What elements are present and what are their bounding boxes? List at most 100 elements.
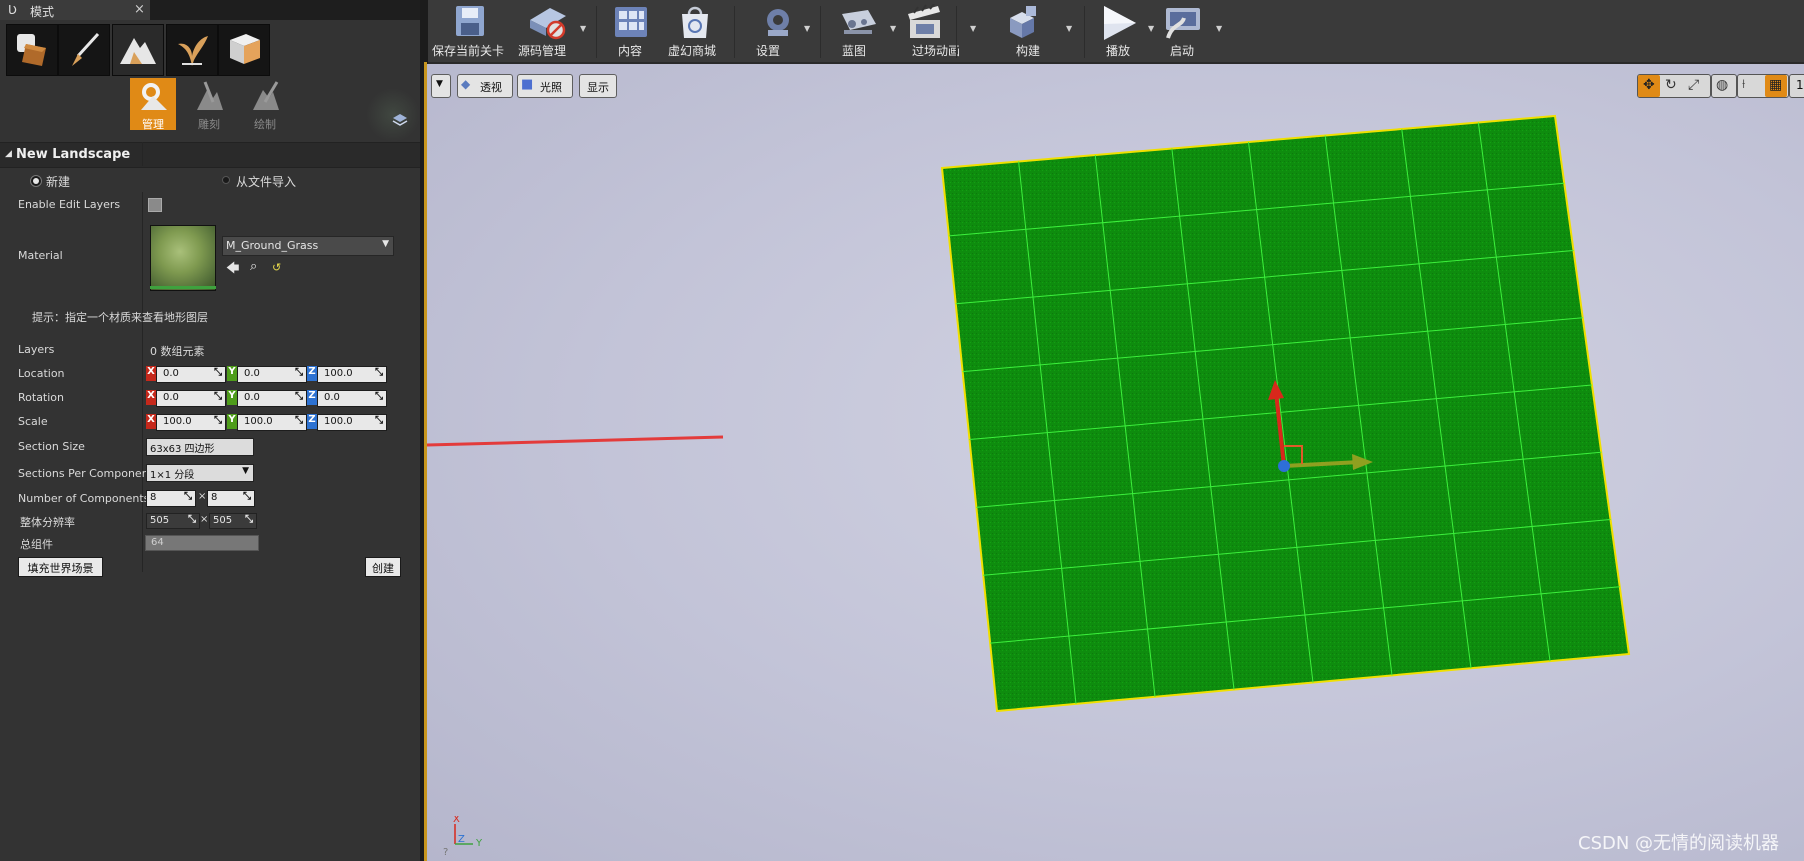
rotation-z-field[interactable]: 0.0 ⤡	[317, 390, 387, 407]
landscape-mode-icon	[120, 38, 156, 64]
material-combo[interactable]: M_Ground_Grass ▼	[222, 236, 394, 256]
reset-to-default-icon[interactable]: ↺	[272, 261, 281, 274]
level-viewport[interactable]: ▼ ◆ 透视 ■ 光照 显示 ✥ ↻ ⤢ ◍ ⟊ ▦ 1 X Y Z ?	[427, 64, 1804, 861]
section-size-dropdown[interactable]: 63x63 四边形	[146, 438, 254, 456]
toolbar-label: 构建	[1016, 44, 1041, 58]
spin-icon[interactable]: ⤡	[188, 514, 196, 525]
manage-tool[interactable]: 管理	[130, 78, 176, 131]
browse-asset-icon[interactable]: ⌕	[250, 259, 257, 274]
new-radio[interactable]	[30, 175, 42, 187]
spin-icon[interactable]: ⤡	[214, 415, 222, 426]
launch-button[interactable]: ▼ 启动	[1146, 0, 1236, 62]
enable-edit-layers-checkbox[interactable]	[148, 198, 162, 212]
landscape-mesh[interactable]	[940, 114, 1631, 713]
section-title: New Landscape	[16, 147, 131, 162]
content-button[interactable]: 内容	[600, 0, 660, 62]
sections-per-component-dropdown[interactable]: 1×1 分段 ▼	[146, 464, 254, 482]
new-radio-label: 新建	[46, 175, 71, 189]
location-z-field[interactable]: 100.0 ⤡	[317, 366, 387, 383]
location-x-field[interactable]: 0.0 ⤡	[156, 366, 226, 383]
location-label: Location	[18, 367, 65, 380]
spin-icon[interactable]: ⤡	[295, 391, 303, 402]
location-y-value: 0.0	[244, 368, 260, 379]
components-x-field[interactable]: 8 ⤡	[146, 490, 196, 507]
axis-z-label: Z	[458, 834, 465, 845]
modes-tab-title: 模式	[30, 5, 55, 19]
chevron-down-icon[interactable]: ▼	[580, 24, 586, 33]
chevron-down-icon[interactable]: ▼	[1216, 24, 1222, 33]
scale-x-field[interactable]: 100.0 ⤡	[156, 414, 226, 431]
build-button[interactable]: ▼ 构建	[960, 0, 1072, 62]
settings-button[interactable]: ▼ 设置	[738, 0, 818, 62]
spin-icon[interactable]: ⤡	[245, 514, 253, 525]
components-y-field[interactable]: 8 ⤡	[207, 490, 255, 507]
settings-icon	[767, 9, 789, 36]
location-y-field[interactable]: 0.0 ⤡	[237, 366, 307, 383]
layers-label: Layers	[18, 343, 55, 356]
gizmo-center[interactable]	[1278, 460, 1290, 472]
spin-icon[interactable]: ⤡	[295, 415, 303, 426]
scale-y-field[interactable]: 100.0 ⤡	[237, 414, 307, 431]
world-axes-indicator: X Y Z	[453, 816, 483, 849]
modes-tab[interactable]: Ʋ 模式 ×	[0, 0, 150, 20]
toolbar-separator	[1084, 6, 1085, 58]
save-current-level-button[interactable]: 保存当前关卡	[428, 0, 510, 62]
foliage-mode-button[interactable]	[166, 24, 218, 76]
material-thumbnail[interactable]	[150, 225, 216, 291]
toolbar-separator	[596, 6, 597, 58]
landscape-layer-icon[interactable]	[392, 112, 408, 128]
toolbar-label: 播放	[1106, 44, 1131, 58]
material-hint: 提示：指定一个材质来查看地形图层	[32, 311, 208, 324]
content-icon	[615, 7, 647, 37]
spin-icon[interactable]: ⤡	[243, 491, 251, 502]
toolbar-label: 内容	[618, 44, 643, 58]
paint-mode-button[interactable]	[58, 24, 110, 76]
components-y-value: 8	[211, 492, 218, 503]
toolbar-separator	[820, 6, 821, 58]
new-landscape-section-header[interactable]: ◢ New Landscape	[0, 142, 420, 168]
create-button[interactable]: 创建	[365, 557, 401, 577]
spin-icon[interactable]: ⤡	[375, 367, 383, 378]
help-icon[interactable]: ?	[443, 847, 448, 858]
geometry-mode-button[interactable]	[218, 24, 270, 76]
spin-icon[interactable]: ⤡	[375, 415, 383, 426]
place-mode-button[interactable]	[6, 24, 58, 76]
marketplace-button[interactable]: 虚幻商城	[660, 0, 730, 62]
resolution-label: 整体分辨率	[20, 516, 75, 529]
watermark: CSDN @无情的阅读机器	[1578, 833, 1780, 854]
viewport-scene	[427, 114, 1631, 713]
collapse-triangle-icon[interactable]: ◢	[5, 149, 12, 159]
location-x-value: 0.0	[163, 368, 179, 379]
spin-icon[interactable]: ⤡	[184, 491, 192, 502]
toolbar-label: 设置	[756, 44, 781, 58]
toolbar-label: 保存当前关卡	[432, 44, 505, 58]
fill-world-button[interactable]: 填充世界场景	[18, 557, 103, 577]
chevron-down-icon[interactable]: ▼	[1066, 24, 1072, 33]
source-control-button[interactable]: ▼ 源码管理	[514, 0, 594, 62]
play-icon	[1104, 6, 1136, 40]
sections-per-component-value: 1×1 分段	[150, 470, 195, 481]
rotation-x-field[interactable]: 0.0 ⤡	[156, 390, 226, 407]
paint-tool[interactable]: 绘制	[242, 78, 288, 131]
spin-icon[interactable]: ⤡	[375, 391, 383, 402]
use-selected-asset-icon[interactable]: 🡄	[226, 259, 239, 281]
total-components-field: 64	[145, 535, 259, 551]
rotation-y-value: 0.0	[244, 392, 260, 403]
number-of-components-label: Number of Components	[18, 492, 150, 505]
sculpt-tool[interactable]: 雕刻	[186, 78, 232, 131]
spin-icon[interactable]: ⤡	[295, 367, 303, 378]
launch-icon	[1166, 8, 1200, 39]
resolution-y-field[interactable]: 505 ⤡	[209, 513, 257, 529]
spin-icon[interactable]: ⤡	[214, 367, 222, 378]
resolution-x-field[interactable]: 505 ⤡	[146, 513, 200, 529]
scale-z-field[interactable]: 100.0 ⤡	[317, 414, 387, 431]
spin-icon[interactable]: ⤡	[214, 391, 222, 402]
rotation-y-field[interactable]: 0.0 ⤡	[237, 390, 307, 407]
sections-per-component-label: Sections Per Component	[18, 467, 153, 480]
place-mode-icon	[17, 34, 46, 66]
section-size-value: 63x63 四边形	[150, 444, 215, 455]
import-file-radio[interactable]	[222, 176, 230, 184]
close-icon[interactable]: ×	[134, 2, 145, 17]
landscape-mode-button[interactable]	[112, 24, 164, 76]
chevron-down-icon[interactable]: ▼	[804, 24, 810, 33]
